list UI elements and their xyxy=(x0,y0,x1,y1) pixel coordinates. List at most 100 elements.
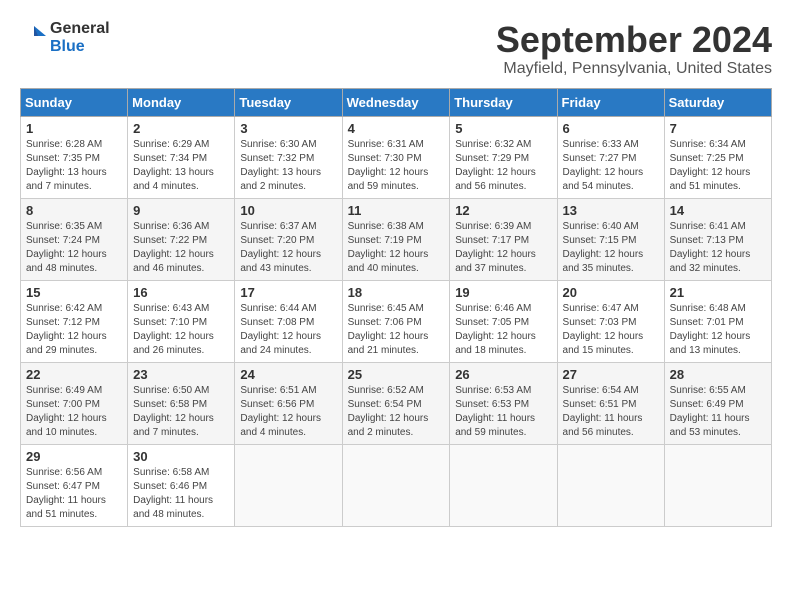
sunset-text: Sunset: 7:25 PM xyxy=(670,153,744,164)
day-info: Sunrise: 6:47 AM Sunset: 7:03 PM Daylight:… xyxy=(563,302,659,358)
day-info: Sunrise: 6:30 AMSunset: 7:32 PMDaylight:… xyxy=(240,138,336,194)
sunrise-text: Sunrise: 6:32 AM xyxy=(455,139,531,150)
daylight-text: Daylight: 12 hours and 21 minutes. xyxy=(348,331,429,356)
sunset-text: Sunset: 7:05 PM xyxy=(455,317,529,328)
sunset-text: Sunset: 7:30 PM xyxy=(348,153,422,164)
sunset-text: Sunset: 6:53 PM xyxy=(455,399,529,410)
column-header-friday: Friday xyxy=(557,88,664,116)
day-number: 15 xyxy=(26,285,122,300)
daylight-text: Daylight: 12 hours and 13 minutes. xyxy=(670,331,751,356)
day-number: 4 xyxy=(348,121,445,136)
calendar-cell: 11Sunrise: 6:38 AMSunset: 7:19 PMDayligh… xyxy=(342,198,450,280)
sunset-text: Sunset: 7:06 PM xyxy=(348,317,422,328)
sunrise-text: Sunrise: 6:38 AM xyxy=(348,221,424,232)
calendar-cell: 21 Sunrise: 6:48 AM Sunset: 7:01 PM Dayligh… xyxy=(664,280,771,362)
sunrise-text: Sunrise: 6:48 AM xyxy=(670,303,746,314)
day-number: 2 xyxy=(133,121,229,136)
calendar-cell xyxy=(664,444,771,526)
calendar-cell xyxy=(557,444,664,526)
daylight-text: Daylight: 12 hours and 37 minutes. xyxy=(455,249,536,274)
day-number: 10 xyxy=(240,203,336,218)
daylight-text: Daylight: 12 hours and 40 minutes. xyxy=(348,249,429,274)
sunset-text: Sunset: 7:03 PM xyxy=(563,317,637,328)
sunrise-text: Sunrise: 6:35 AM xyxy=(26,221,102,232)
sunrise-text: Sunrise: 6:39 AM xyxy=(455,221,531,232)
day-info: Sunrise: 6:44 AMSunset: 7:08 PMDaylight:… xyxy=(240,302,336,358)
logo: General Blue xyxy=(20,20,110,56)
sunset-text: Sunset: 7:01 PM xyxy=(670,317,744,328)
sunset-text: Sunset: 7:22 PM xyxy=(133,235,207,246)
calendar-cell xyxy=(342,444,450,526)
sunrise-text: Sunrise: 6:44 AM xyxy=(240,303,316,314)
daylight-text: Daylight: 11 hours and 56 minutes. xyxy=(563,413,643,438)
daylight-text: Daylight: 11 hours and 53 minutes. xyxy=(670,413,750,438)
calendar-cell: 14Sunrise: 6:41 AMSunset: 7:13 PMDayligh… xyxy=(664,198,771,280)
calendar-cell: 17Sunrise: 6:44 AMSunset: 7:08 PMDayligh… xyxy=(235,280,342,362)
day-info: Sunrise: 6:43 AMSunset: 7:10 PMDaylight:… xyxy=(133,302,229,358)
sunset-text: Sunset: 7:29 PM xyxy=(455,153,529,164)
day-info: Sunrise: 6:46 AMSunset: 7:05 PMDaylight:… xyxy=(455,302,551,358)
calendar-cell: 23Sunrise: 6:50 AMSunset: 6:58 PMDayligh… xyxy=(128,362,235,444)
daylight-text: Daylight: 12 hours and 59 minutes. xyxy=(348,167,429,192)
day-info: Sunrise: 6:56 AMSunset: 6:47 PMDaylight:… xyxy=(26,466,122,522)
calendar-cell: 15Sunrise: 6:42 AMSunset: 7:12 PMDayligh… xyxy=(21,280,128,362)
logo-bird-icon xyxy=(20,24,48,52)
sunset-text: Sunset: 7:15 PM xyxy=(563,235,637,246)
day-number: 9 xyxy=(133,203,229,218)
sunrise-text: Sunrise: 6:29 AM xyxy=(133,139,209,150)
sunset-text: Sunset: 7:32 PM xyxy=(240,153,314,164)
day-number: 5 xyxy=(455,121,551,136)
sunset-text: Sunset: 6:58 PM xyxy=(133,399,207,410)
calendar-cell: 29Sunrise: 6:56 AMSunset: 6:47 PMDayligh… xyxy=(21,444,128,526)
calendar-week-row: 22 Sunrise: 6:49 AMSunset: 7:00 PMDayligh… xyxy=(21,362,772,444)
day-info: Sunrise: 6:51 AMSunset: 6:56 PMDaylight:… xyxy=(240,384,336,440)
day-number: 23 xyxy=(133,367,229,382)
logo-blue: Blue xyxy=(50,38,85,55)
calendar-header-row: SundayMondayTuesdayWednesdayThursdayFrid… xyxy=(21,88,772,116)
logo-general: General xyxy=(50,20,110,37)
day-number: 13 xyxy=(563,203,659,218)
daylight-text: Daylight: 12 hours and 4 minutes. xyxy=(240,413,321,438)
sunrise-text: Sunrise: 6:37 AM xyxy=(240,221,316,232)
calendar-week-row: 1Sunrise: 6:28 AMSunset: 7:35 PMDaylight… xyxy=(21,116,772,198)
column-header-monday: Monday xyxy=(128,88,235,116)
calendar-cell: 1Sunrise: 6:28 AMSunset: 7:35 PMDaylight… xyxy=(21,116,128,198)
calendar-cell: 13Sunrise: 6:40 AMSunset: 7:15 PMDayligh… xyxy=(557,198,664,280)
daylight-text: Daylight: 12 hours and 48 minutes. xyxy=(26,249,107,274)
column-header-sunday: Sunday xyxy=(21,88,128,116)
column-header-saturday: Saturday xyxy=(664,88,771,116)
sunrise-text: Sunrise: 6:36 AM xyxy=(133,221,209,232)
sunset-text: Sunset: 6:49 PM xyxy=(670,399,744,410)
day-number: 18 xyxy=(348,285,445,300)
calendar-cell: 30Sunrise: 6:58 AMSunset: 6:46 PMDayligh… xyxy=(128,444,235,526)
sunrise-text: Sunrise: 6:56 AM xyxy=(26,467,102,478)
sunrise-text: Sunrise: 6:49 AM xyxy=(26,385,102,396)
day-info: Sunrise: 6:28 AMSunset: 7:35 PMDaylight:… xyxy=(26,138,122,194)
calendar-cell xyxy=(450,444,557,526)
day-info: Sunrise: 6:48 AM Sunset: 7:01 PM Daylight:… xyxy=(670,302,766,358)
day-number: 27 xyxy=(563,367,659,382)
daylight-text: Daylight: 13 hours and 7 minutes. xyxy=(26,167,107,192)
day-number: 21 xyxy=(670,285,766,300)
day-info: Sunrise: 6:34 AMSunset: 7:25 PMDaylight:… xyxy=(670,138,766,194)
calendar-table: SundayMondayTuesdayWednesdayThursdayFrid… xyxy=(20,88,772,527)
sunrise-text: Sunrise: 6:30 AM xyxy=(240,139,316,150)
calendar-cell: 10Sunrise: 6:37 AMSunset: 7:20 PMDayligh… xyxy=(235,198,342,280)
calendar-cell: 3Sunrise: 6:30 AMSunset: 7:32 PMDaylight… xyxy=(235,116,342,198)
day-number: 22 xyxy=(26,367,122,382)
column-header-tuesday: Tuesday xyxy=(235,88,342,116)
daylight-text: Daylight: 12 hours and 10 minutes. xyxy=(26,413,107,438)
calendar-cell: 26Sunrise: 6:53 AMSunset: 6:53 PMDayligh… xyxy=(450,362,557,444)
daylight-text: Daylight: 11 hours and 51 minutes. xyxy=(26,495,106,520)
day-info: Sunrise: 6:49 AMSunset: 7:00 PMDaylight:… xyxy=(26,384,122,440)
daylight-text: Daylight: 12 hours and 15 minutes. xyxy=(563,331,644,356)
day-number: 12 xyxy=(455,203,551,218)
day-info: Sunrise: 6:31 AMSunset: 7:30 PMDaylight:… xyxy=(348,138,445,194)
calendar-cell: 16Sunrise: 6:43 AMSunset: 7:10 PMDayligh… xyxy=(128,280,235,362)
calendar-cell: 8Sunrise: 6:35 AMSunset: 7:24 PMDaylight… xyxy=(21,198,128,280)
sunrise-text: Sunrise: 6:47 AM xyxy=(563,303,639,314)
day-info: Sunrise: 6:39 AMSunset: 7:17 PMDaylight:… xyxy=(455,220,551,276)
calendar-cell: 7Sunrise: 6:34 AMSunset: 7:25 PMDaylight… xyxy=(664,116,771,198)
sunrise-text: Sunrise: 6:28 AM xyxy=(26,139,102,150)
sunrise-text: Sunrise: 6:51 AM xyxy=(240,385,316,396)
